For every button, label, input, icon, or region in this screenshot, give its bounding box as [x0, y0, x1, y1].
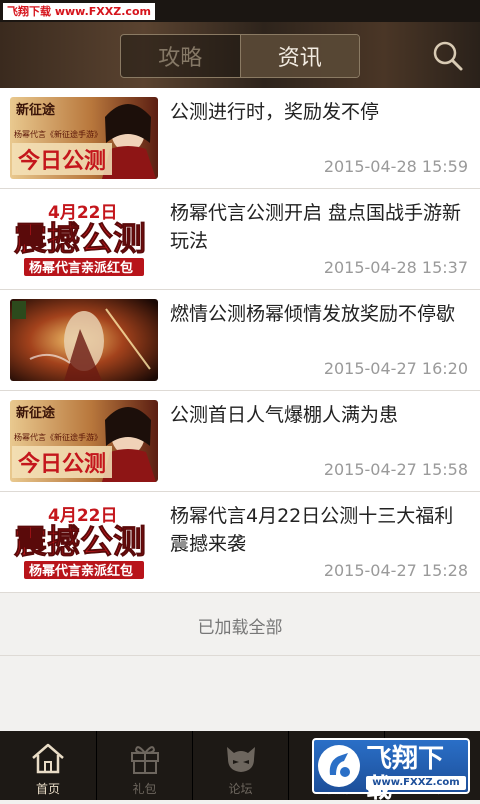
thumb-caption-big: 今日公测: [18, 451, 106, 477]
thumb-caption-small: 杨幂代言《新征途手游》: [14, 432, 102, 442]
segment-tabs: 攻略 资讯: [120, 34, 360, 78]
news-thumbnail: 新征途 杨幂代言《新征途手游》 今日公测: [10, 97, 158, 179]
watermark-bottom: 飞翔下载 www.FXXZ.com: [312, 738, 470, 804]
news-thumbnail: 4月22日 震撼公测 杨幂代言亲派红包: [10, 501, 158, 583]
news-thumbnail: 新征途 杨幂代言《新征途手游》 今日公测: [10, 400, 158, 482]
news-date: 2015-04-27 15:58: [323, 460, 468, 479]
thumb-caption-big: 今日公测: [18, 148, 106, 174]
news-date: 2015-04-27 16:20: [323, 359, 468, 378]
news-title: 燃情公测杨幂倾情发放奖励不停歇: [170, 303, 456, 325]
news-date: 2015-04-28 15:37: [323, 258, 468, 277]
news-date: 2015-04-28 15:59: [323, 157, 468, 176]
news-item[interactable]: 燃情公测杨幂倾情发放奖励不停歇 2015-04-27 16:20: [0, 290, 480, 391]
news-thumbnail: 4月22日 震撼公测 杨幂代言亲派红包: [10, 198, 158, 280]
news-date: 2015-04-27 15:28: [323, 561, 468, 580]
news-item[interactable]: 新征途 杨幂代言《新征途手游》 今日公测 公测进行时，奖励发不停 2015-04…: [0, 88, 480, 189]
tabbar-home[interactable]: 首页: [0, 731, 96, 800]
forum-icon: [226, 747, 255, 772]
header: 攻略 资讯: [0, 22, 480, 88]
thumb-caption-small: 杨幂代言亲派红包: [29, 563, 133, 579]
load-status: 已加载全部: [0, 596, 480, 656]
tabbar-label: 礼包: [132, 782, 157, 796]
thumb-caption-small: 杨幂代言亲派红包: [29, 260, 133, 276]
news-thumbnail: [10, 299, 158, 381]
search-button[interactable]: [432, 40, 464, 72]
news-item[interactable]: 新征途 杨幂代言《新征途手游》 今日公测 公测首日人气爆棚人满为患 2015-0…: [0, 391, 480, 492]
home-icon: [32, 743, 64, 774]
tab-news[interactable]: 资讯: [239, 35, 359, 77]
news-item[interactable]: 4月22日 震撼公测 杨幂代言亲派红包 杨幂代言公测开启 盘点国战手游新玩法 2…: [0, 189, 480, 290]
tab-guides[interactable]: 攻略: [121, 35, 240, 77]
tabbar-gift[interactable]: 礼包: [96, 731, 192, 800]
tabbar-forum[interactable]: 论坛: [192, 731, 288, 800]
gift-icon: [130, 746, 159, 774]
news-title: 杨幂代言公测开启 盘点国战手游新玩法: [170, 202, 462, 252]
news-title: 公测进行时，奖励发不停: [170, 101, 380, 123]
thumb-caption-big: 震撼公测: [14, 219, 146, 258]
svg-text:新征途: 新征途: [16, 102, 56, 118]
watermark-url: www.FXXZ.com: [366, 776, 466, 790]
search-icon: [433, 41, 463, 71]
tabbar-label: 论坛: [228, 782, 253, 796]
news-title: 杨幂代言4月22日公测十三大福利震撼来袭: [170, 505, 454, 555]
thumb-caption-small: 杨幂代言《新征途手游》: [14, 129, 102, 139]
news-title: 公测首日人气爆棚人满为患: [170, 404, 399, 426]
thumb-caption-big: 震撼公测: [14, 522, 146, 561]
watermark-brand: 飞翔下载: [366, 744, 445, 804]
tabbar-label: 首页: [35, 782, 60, 796]
watermark-logo-icon: [318, 745, 360, 787]
news-list: 新征途 杨幂代言《新征途手游》 今日公测 公测进行时，奖励发不停 2015-04…: [0, 88, 480, 593]
watermark-top: 飞翔下载 www.FXXZ.com: [3, 3, 155, 20]
svg-text:新征途: 新征途: [16, 405, 56, 421]
news-item[interactable]: 4月22日 震撼公测 杨幂代言亲派红包 杨幂代言4月22日公测十三大福利震撼来袭…: [0, 492, 480, 593]
